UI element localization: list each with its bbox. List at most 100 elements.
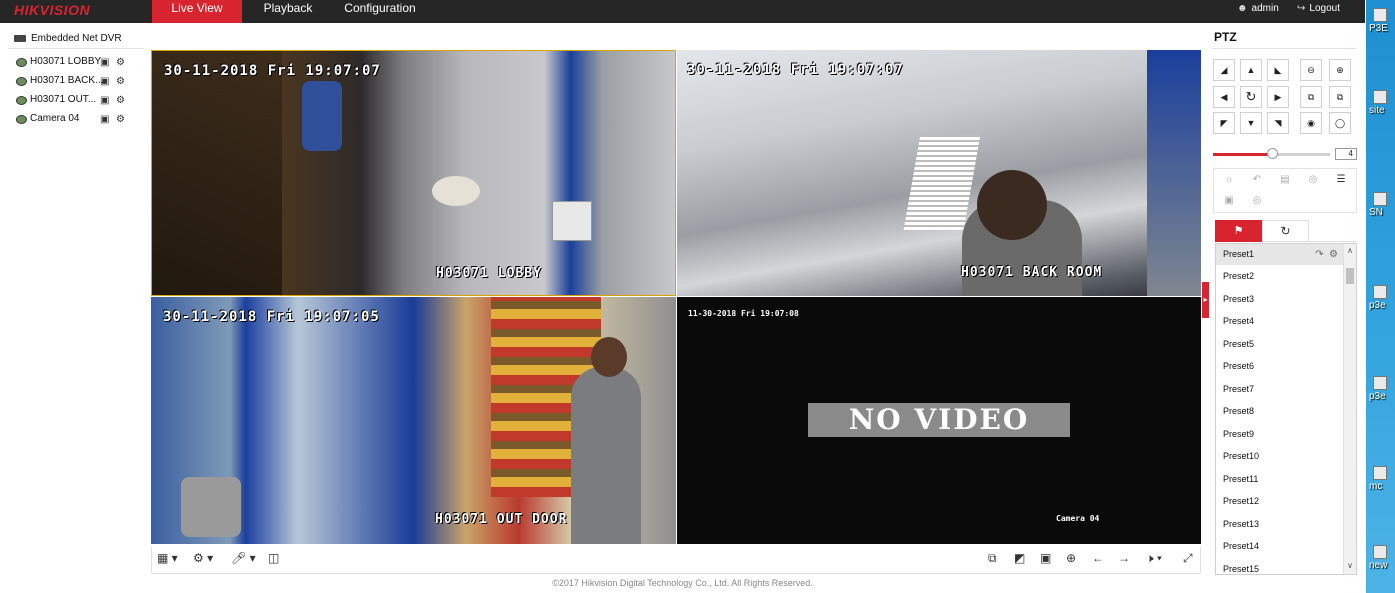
set-preset-icon[interactable]: ⚙: [1329, 249, 1338, 260]
desktop-item[interactable]: mc: [1369, 466, 1395, 492]
ptz-left-button[interactable]: ◀: [1213, 86, 1235, 108]
preset-row[interactable]: Preset13: [1216, 514, 1344, 535]
logout-button[interactable]: ↪ Logout: [1297, 3, 1340, 14]
ptz-down-left-button[interactable]: ◤: [1213, 112, 1235, 134]
ptz-control-icon[interactable]: ⚙: [116, 114, 125, 125]
preset-row[interactable]: Preset14: [1216, 536, 1344, 557]
record-icon[interactable]: ▣: [100, 76, 109, 87]
desktop-item-label: new: [1369, 560, 1388, 571]
device-node[interactable]: Embedded Net DVR: [14, 33, 122, 44]
ptz-right-button[interactable]: ▶: [1267, 86, 1289, 108]
fullscreen-icon[interactable]: ⤢: [1183, 551, 1193, 566]
auto-pan-button[interactable]: ↻: [1240, 86, 1262, 108]
tab-patrol[interactable]: ↻: [1262, 220, 1309, 242]
stream-type-icon[interactable]: ⚙ ▾: [193, 551, 213, 565]
preset-row[interactable]: Preset9: [1216, 424, 1344, 445]
camera-icon: [16, 115, 27, 124]
desktop-item[interactable]: P3E: [1369, 8, 1395, 34]
record-all-icon[interactable]: ▣: [1040, 551, 1051, 565]
video-pane-out-door[interactable]: 30-11-2018 Fri 19:07:05 H03071 OUT DOOR: [151, 297, 676, 544]
capture-icon[interactable]: ◩: [1014, 551, 1025, 565]
preset-row[interactable]: Preset3: [1216, 289, 1344, 310]
speed-slider-handle[interactable]: [1267, 148, 1278, 159]
ptz-up-right-button[interactable]: ◣: [1267, 59, 1289, 81]
video-pane-lobby[interactable]: 30-11-2018 Fri 19:07:07 H03071 LOBBY: [151, 50, 676, 296]
dvr-icon: [14, 34, 26, 42]
record-icon[interactable]: ▣: [100, 57, 109, 68]
call-preset-icon[interactable]: ↷: [1315, 249, 1323, 260]
ptz-down-right-button[interactable]: ◥: [1267, 112, 1289, 134]
user-menu[interactable]: ☻ admin: [1237, 3, 1279, 14]
preset-row[interactable]: Preset5: [1216, 334, 1344, 355]
camera-node-out-door[interactable]: H03071 OUT... ▣ ⚙: [16, 94, 146, 108]
previous-page-icon[interactable]: ←: [1092, 551, 1104, 565]
record-icon[interactable]: ▣: [100, 95, 109, 106]
preset-label: Preset5: [1223, 339, 1255, 349]
preset-row[interactable]: Preset4: [1216, 311, 1344, 332]
camera-scene: [181, 477, 241, 537]
desktop-item[interactable]: site: [1369, 90, 1395, 116]
preset-row[interactable]: Preset7: [1216, 379, 1344, 400]
focus-far-button[interactable]: ⧉: [1329, 86, 1351, 108]
preset-row[interactable]: Preset8: [1216, 401, 1344, 422]
tab-live-view[interactable]: Live View: [152, 0, 242, 23]
collapse-panel-button[interactable]: ▸: [1202, 282, 1209, 318]
top-navigation-bar: HIKVISION Live View Playback Configurati…: [0, 0, 1365, 23]
microphone-icon[interactable]: 🎤︎ ▾: [231, 551, 256, 565]
tab-configuration[interactable]: Configuration: [338, 0, 422, 23]
camera-node-camera-04[interactable]: Camera 04 ▣ ⚙: [16, 113, 146, 127]
scroll-thumb[interactable]: [1346, 268, 1354, 284]
ptz-control-icon[interactable]: ⚙: [116, 95, 125, 106]
video-pane-camera-04[interactable]: 11-30-2018 Fri 19:07:08 NO VIDEO Camera …: [677, 297, 1201, 544]
ptz-control-icon[interactable]: ⚙: [116, 57, 125, 68]
zoom-in-button[interactable]: ⊕: [1329, 59, 1351, 81]
preset-row[interactable]: Preset15: [1216, 559, 1344, 574]
iris-close-button[interactable]: ◯: [1329, 112, 1351, 134]
preset-scrollbar[interactable]: ∧ ∨: [1343, 244, 1356, 574]
preset-row[interactable]: Preset1 ↷ ⚙: [1216, 244, 1344, 265]
menu-icon[interactable]: ☰: [1327, 170, 1355, 190]
preset-row[interactable]: Preset10: [1216, 446, 1344, 467]
focus-near-button[interactable]: ⧉: [1300, 86, 1322, 108]
tab-preset[interactable]: ⚑: [1215, 220, 1262, 242]
wiper-icon[interactable]: ↶: [1243, 170, 1271, 190]
video-pane-back-room[interactable]: 30-11-2018 Fri 19:07:07 H03071 BACK ROOM: [677, 50, 1201, 296]
ptz-up-button[interactable]: ▲: [1240, 59, 1262, 81]
desktop-item[interactable]: new: [1369, 545, 1395, 571]
volume-icon[interactable]: 🕨︎ ▾: [1146, 551, 1162, 566]
ptz-up-left-button[interactable]: ◢: [1213, 59, 1235, 81]
desktop-item[interactable]: p3e: [1369, 285, 1395, 311]
scroll-down-icon[interactable]: ∨: [1344, 561, 1356, 570]
light-icon[interactable]: ☼: [1215, 170, 1243, 190]
stop-all-icon[interactable]: ⧉: [988, 551, 997, 566]
camera-label: H03071 BACK...: [30, 75, 104, 86]
preset-label: Preset13: [1223, 519, 1260, 529]
zoom-icon[interactable]: ⊕: [1066, 551, 1076, 565]
preset-row[interactable]: Preset11: [1216, 469, 1344, 490]
camera-scene: [152, 51, 282, 295]
camera-node-lobby[interactable]: H03071 LOBBY ▣ ⚙: [16, 56, 146, 70]
lens-initialization-icon[interactable]: ◎: [1299, 170, 1327, 190]
tab-playback[interactable]: Playback: [252, 0, 324, 23]
iris-open-button[interactable]: ◉: [1300, 112, 1322, 134]
preset-row[interactable]: Preset6: [1216, 356, 1344, 377]
ptz-down-button[interactable]: ▼: [1240, 112, 1262, 134]
window-layout-icon[interactable]: ▦ ▾: [157, 551, 178, 565]
ptz-control-icon[interactable]: ⚙: [116, 76, 125, 87]
camera-node-back-room[interactable]: H03071 BACK... ▣ ⚙: [16, 75, 146, 89]
preset-row[interactable]: Preset12: [1216, 491, 1344, 512]
auxiliary-focus-icon[interactable]: ▤: [1271, 170, 1299, 190]
hikvision-logo: HIKVISION: [14, 2, 91, 18]
desktop-item[interactable]: p3e: [1369, 376, 1395, 402]
3d-positioning-icon[interactable]: ◎: [1243, 191, 1271, 211]
preset-row[interactable]: Preset2: [1216, 266, 1344, 287]
zoom-out-button[interactable]: ⊖: [1300, 59, 1322, 81]
scroll-up-icon[interactable]: ∧: [1344, 246, 1356, 255]
no-video-message: NO VIDEO: [808, 403, 1070, 437]
video-wall-icon[interactable]: ◫: [268, 551, 279, 565]
regional-focus-icon[interactable]: ▣: [1215, 191, 1243, 211]
next-page-icon[interactable]: →: [1118, 551, 1130, 565]
record-icon[interactable]: ▣: [100, 114, 109, 125]
ptz-speed-slider[interactable]: [1213, 148, 1330, 159]
desktop-item[interactable]: SN: [1369, 192, 1395, 218]
